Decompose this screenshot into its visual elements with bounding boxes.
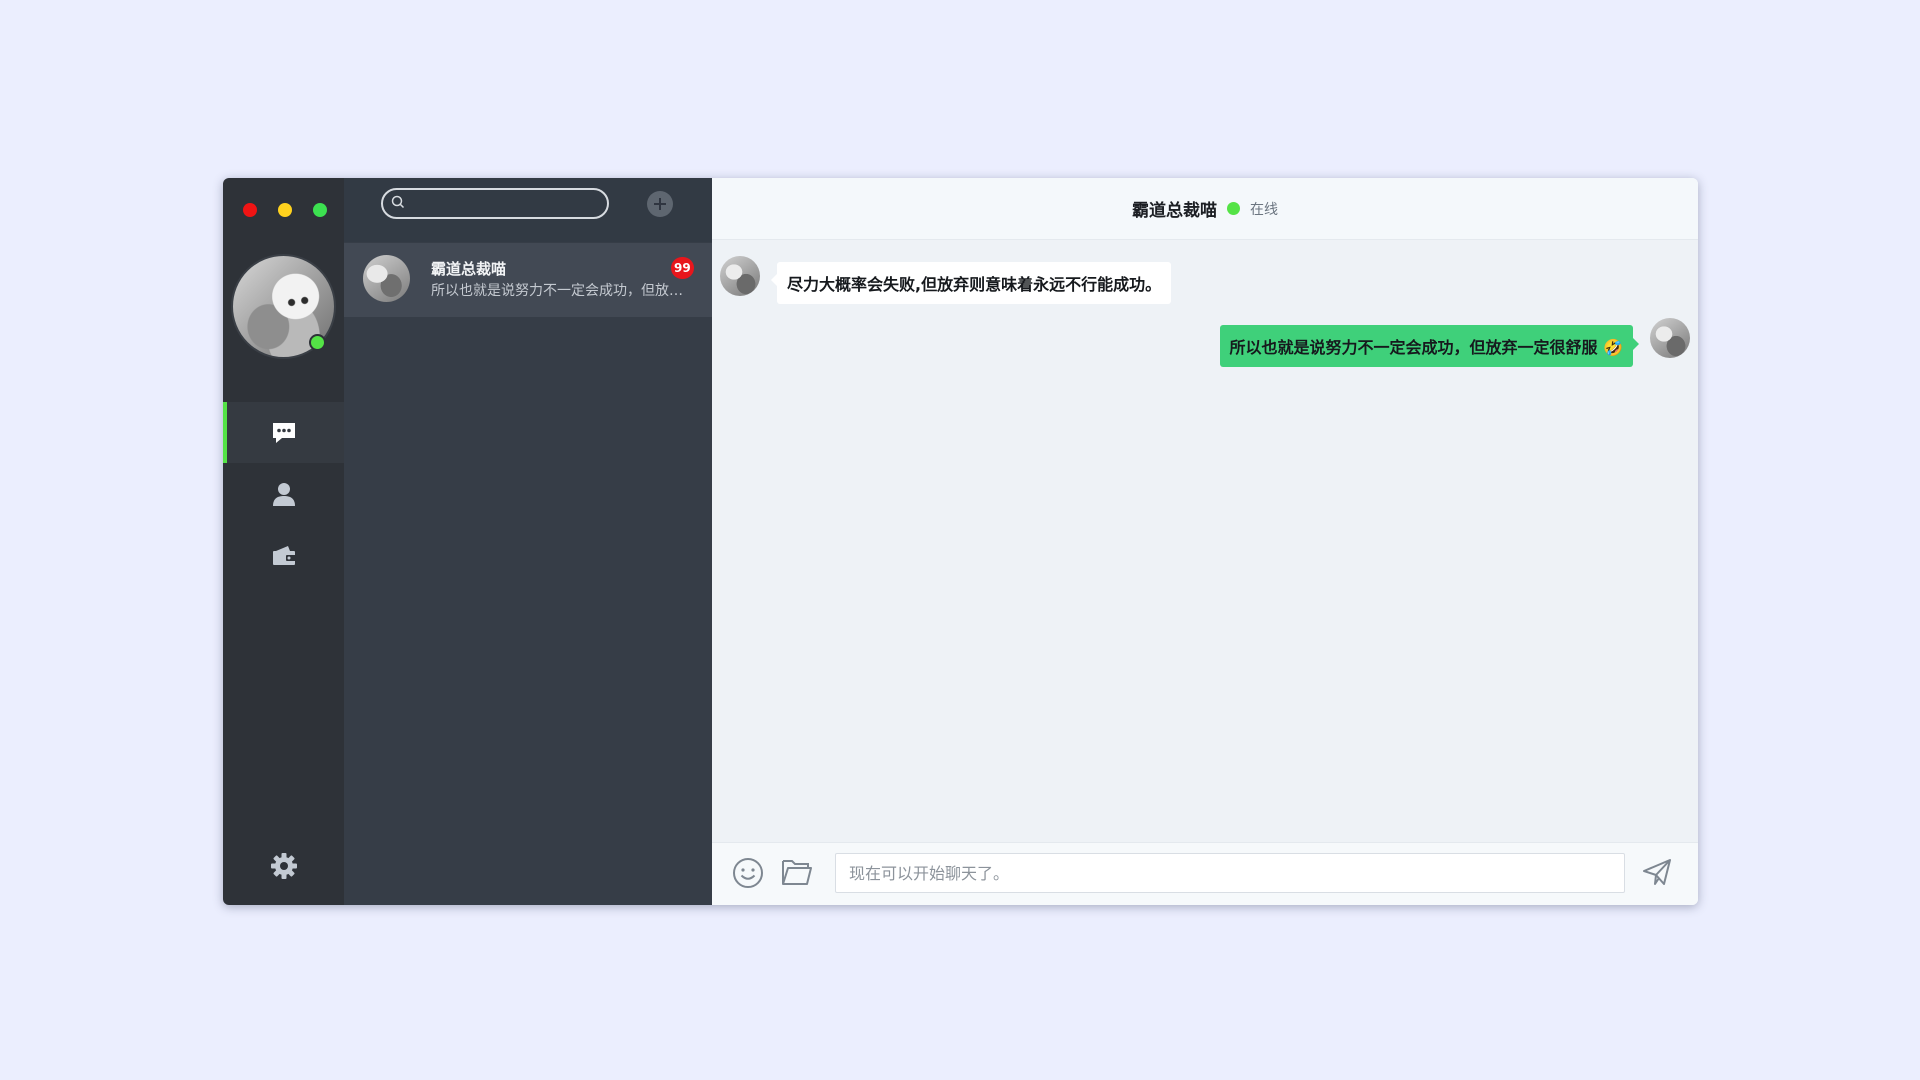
search-input[interactable]	[409, 192, 599, 215]
settings-button[interactable]	[223, 852, 344, 880]
message-bubble-outgoing: 所以也就是说努力不一定会成功，但放弃一定很舒服 🤣	[1219, 325, 1639, 367]
rail-nav	[223, 402, 344, 585]
chat-input-bar	[712, 842, 1698, 905]
minimize-window-button[interactable]	[278, 203, 292, 217]
search-icon	[391, 195, 405, 209]
send-icon	[1643, 859, 1671, 885]
nav-item-chat[interactable]	[223, 402, 344, 463]
message-input[interactable]	[835, 853, 1625, 893]
close-window-button[interactable]	[243, 203, 257, 217]
session-avatar	[363, 255, 410, 302]
add-conversation-button[interactable]	[647, 191, 673, 217]
smiley-icon	[733, 858, 763, 888]
folder-icon	[782, 860, 812, 885]
chat-bubble-icon	[272, 422, 295, 443]
wallet-icon	[272, 545, 296, 565]
session-name: 霸道总裁喵	[431, 260, 507, 278]
contact-avatar[interactable]	[720, 256, 760, 296]
chat-pane: 霸道总裁喵 在线 尽力大概率会失败,但放弃则意味着永远不行能成功。 所以也就是说…	[712, 178, 1698, 905]
gear-icon	[270, 853, 297, 879]
session-list: 霸道总裁喵 所以也就是说努力不一定会成功，但放弃一定很舒服 99	[344, 178, 712, 905]
session-list-item[interactable]: 霸道总裁喵 所以也就是说努力不一定会成功，但放弃一定很舒服 99	[344, 243, 712, 317]
maximize-window-button[interactable]	[313, 203, 327, 217]
chat-title: 霸道总裁喵	[1132, 201, 1217, 221]
search-bar	[344, 178, 712, 242]
send-button[interactable]	[1642, 857, 1672, 887]
online-status-text: 在线	[1250, 201, 1278, 218]
my-message-avatar[interactable]	[1650, 318, 1690, 358]
unread-count-badge: 99	[671, 257, 694, 279]
nav-item-contacts[interactable]	[223, 463, 344, 524]
file-button[interactable]	[781, 857, 813, 887]
nav-item-wallet[interactable]	[223, 524, 344, 585]
plus-icon	[654, 198, 666, 210]
window-controls	[243, 203, 327, 217]
person-icon	[272, 482, 295, 506]
chat-header: 霸道总裁喵 在线	[712, 178, 1698, 240]
message-row-outgoing: 所以也就是说努力不一定会成功，但放弃一定很舒服 🤣	[1219, 318, 1690, 367]
online-status-dot	[309, 334, 326, 351]
nav-rail	[223, 178, 344, 905]
search-box[interactable]	[381, 188, 609, 219]
session-last-message: 所以也就是说努力不一定会成功，但放弃一定很舒服	[431, 283, 689, 299]
chat-app-window: 霸道总裁喵 所以也就是说努力不一定会成功，但放弃一定很舒服 99 霸道总裁喵 在…	[223, 178, 1698, 905]
emoji-button[interactable]	[732, 857, 764, 889]
message-bubble-incoming: 尽力大概率会失败,但放弃则意味着永远不行能成功。	[770, 262, 1172, 304]
message-row-incoming: 尽力大概率会失败,但放弃则意味着永远不行能成功。	[720, 256, 1172, 304]
online-status-dot	[1227, 202, 1240, 215]
